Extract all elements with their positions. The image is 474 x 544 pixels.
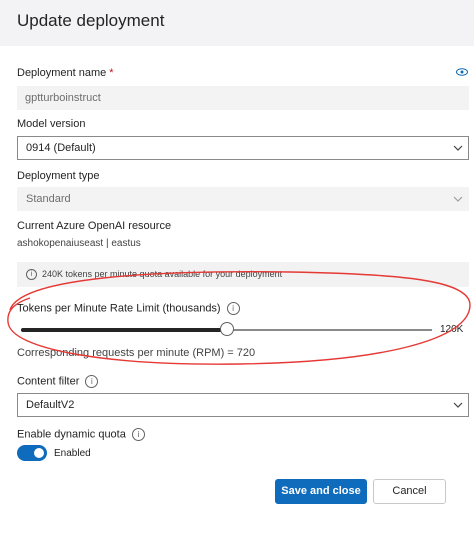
chevron-down-icon <box>453 145 463 151</box>
resource-value: ashokopenaiuseast | eastus <box>17 238 141 249</box>
deployment-type-label: Deployment type <box>17 170 100 182</box>
slider-fill <box>21 328 227 332</box>
quota-banner-text: 240K tokens per minute quota available f… <box>42 269 283 279</box>
toggle-knob <box>34 448 44 458</box>
dynamic-quota-label: Enable dynamic quota i <box>17 428 145 441</box>
content-filter-value: DefaultV2 <box>26 399 75 411</box>
rate-limit-slider[interactable] <box>21 322 432 336</box>
dialog-header: Update deployment <box>0 0 474 46</box>
resource-label: Current Azure OpenAI resource <box>17 220 172 232</box>
model-version-label: Model version <box>17 118 86 130</box>
deployment-name-label: Deployment name * <box>17 67 114 79</box>
cancel-button[interactable]: Cancel <box>373 479 446 504</box>
chevron-down-icon <box>453 196 463 202</box>
deployment-type-select: Standard <box>17 187 469 211</box>
info-icon[interactable]: i <box>131 428 145 441</box>
dynamic-quota-toggle[interactable] <box>17 445 47 461</box>
rate-limit-label: Tokens per Minute Rate Limit (thousands)… <box>17 302 240 315</box>
slider-thumb[interactable] <box>219 322 234 336</box>
info-icon[interactable]: i <box>85 375 99 388</box>
toggle-state-label: Enabled <box>54 448 91 459</box>
model-version-value: 0914 (Default) <box>26 142 96 154</box>
content-filter-select[interactable]: DefaultV2 <box>17 393 469 417</box>
dialog-title: Update deployment <box>17 11 165 30</box>
required-mark: * <box>109 67 114 79</box>
eye-icon[interactable] <box>456 68 468 76</box>
model-version-select[interactable]: 0914 (Default) <box>17 136 469 160</box>
content-filter-label: Content filter i <box>17 375 99 388</box>
deployment-type-value: Standard <box>26 193 71 205</box>
chevron-down-icon <box>453 402 463 408</box>
quota-banner: i 240K tokens per minute quota available … <box>17 262 469 287</box>
rpm-text: Corresponding requests per minute (RPM) … <box>17 347 256 359</box>
rate-limit-value: 120K <box>440 324 464 335</box>
info-icon: i <box>26 269 37 281</box>
deployment-name-field: gptturboinstruct <box>17 86 469 110</box>
save-and-close-button[interactable]: Save and close <box>275 479 367 504</box>
info-icon[interactable]: i <box>226 302 240 315</box>
